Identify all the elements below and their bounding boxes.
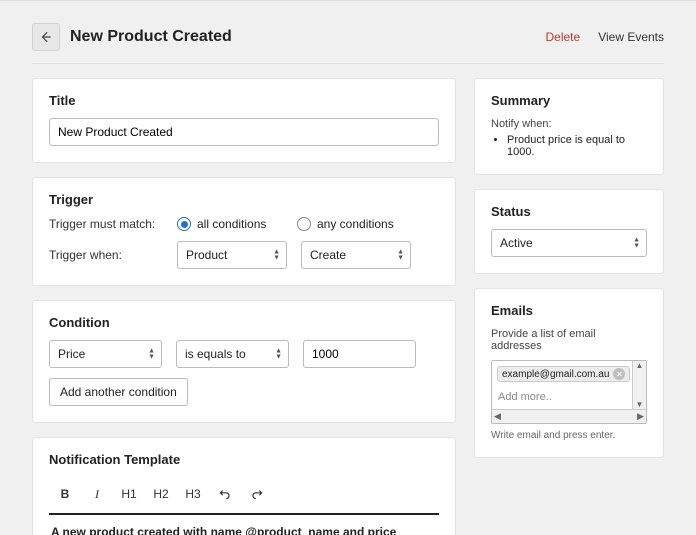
caret-icon: ▲▼ <box>633 238 640 249</box>
italic-button[interactable]: I <box>83 483 111 505</box>
h3-button[interactable]: H3 <box>179 483 207 505</box>
trigger-heading: Trigger <box>49 192 439 207</box>
condition-value-input[interactable] <box>303 340 416 368</box>
caret-icon: ▲▼ <box>275 349 282 360</box>
scrollbar-vertical[interactable]: ▲▼ <box>632 361 646 409</box>
summary-heading: Summary <box>491 93 647 108</box>
undo-button[interactable] <box>211 483 239 505</box>
trigger-entity-select[interactable]: Product ▲▼ <box>177 241 287 269</box>
editor-toolbar: B I H1 H2 H3 <box>49 477 439 515</box>
email-addmore-placeholder[interactable]: Add more.. <box>492 387 646 409</box>
emails-sublabel: Provide a list of email addresses <box>491 328 647 352</box>
radio-any-label: any conditions <box>317 217 394 231</box>
caret-icon: ▲▼ <box>273 250 280 261</box>
status-heading: Status <box>491 204 647 219</box>
select-value: Active <box>500 236 533 250</box>
delete-link[interactable]: Delete <box>546 30 581 44</box>
radio-any-conditions[interactable]: any conditions <box>297 217 417 231</box>
condition-field-select[interactable]: Price ▲▼ <box>49 340 162 368</box>
summary-item: Product price is equal to 1000. <box>507 134 647 158</box>
title-heading: Title <box>49 93 439 108</box>
caret-icon: ▲▼ <box>148 349 155 360</box>
emails-hint: Write email and press enter. <box>491 430 647 441</box>
condition-operator-select[interactable]: is equals to ▲▼ <box>176 340 289 368</box>
add-condition-button[interactable]: Add another condition <box>49 378 188 406</box>
view-events-link[interactable]: View Events <box>598 30 664 44</box>
email-tag-remove[interactable]: ✕ <box>613 368 625 380</box>
select-value: Product <box>186 248 227 262</box>
template-heading: Notification Template <box>49 452 439 467</box>
bold-button[interactable]: B <box>51 483 79 505</box>
emails-card: Emails Provide a list of email addresses… <box>474 288 664 458</box>
page-header: New Product Created Delete View Events <box>0 0 696 63</box>
email-tag: example@gmail.com.au ✕ <box>497 366 630 382</box>
h1-button[interactable]: H1 <box>115 483 143 505</box>
emails-heading: Emails <box>491 303 647 318</box>
caret-icon: ▲▼ <box>397 250 404 261</box>
status-card: Status Active ▲▼ <box>474 189 664 274</box>
summary-card: Summary Notify when: Product price is eq… <box>474 78 664 175</box>
h2-button[interactable]: H2 <box>147 483 175 505</box>
radio-icon <box>297 217 311 231</box>
select-value: Create <box>310 248 346 262</box>
radio-icon <box>177 217 191 231</box>
redo-button[interactable] <box>243 483 271 505</box>
when-label: Trigger when: <box>49 248 177 262</box>
radio-all-label: all conditions <box>197 217 266 231</box>
scrollbar-horizontal[interactable]: ◀▶ <box>492 409 646 423</box>
notification-template-card: Notification Template B I H1 H2 H3 A new… <box>32 437 456 535</box>
title-input[interactable] <box>49 118 439 146</box>
summary-subtitle: Notify when: <box>491 118 647 130</box>
select-value: Price <box>58 347 85 361</box>
status-select[interactable]: Active ▲▼ <box>491 229 647 257</box>
template-editor[interactable]: A new product created with name @product… <box>49 525 439 535</box>
divider <box>32 63 664 64</box>
emails-input-box[interactable]: example@gmail.com.au ✕ Add more.. ◀▶ ▲▼ <box>491 360 647 424</box>
select-value: is equals to <box>185 347 246 361</box>
title-card: Title <box>32 78 456 163</box>
email-tag-text: example@gmail.com.au <box>502 369 609 380</box>
page-title: New Product Created <box>70 28 232 46</box>
trigger-action-select[interactable]: Create ▲▼ <box>301 241 411 269</box>
arrow-left-icon <box>39 30 53 44</box>
match-label: Trigger must match: <box>49 217 177 231</box>
condition-card: Condition Price ▲▼ is equals to ▲▼ Add a… <box>32 300 456 423</box>
undo-icon <box>218 487 232 501</box>
trigger-card: Trigger Trigger must match: all conditio… <box>32 177 456 286</box>
radio-all-conditions[interactable]: all conditions <box>177 217 297 231</box>
condition-heading: Condition <box>49 315 439 330</box>
redo-icon <box>250 487 264 501</box>
back-button[interactable] <box>32 23 60 51</box>
